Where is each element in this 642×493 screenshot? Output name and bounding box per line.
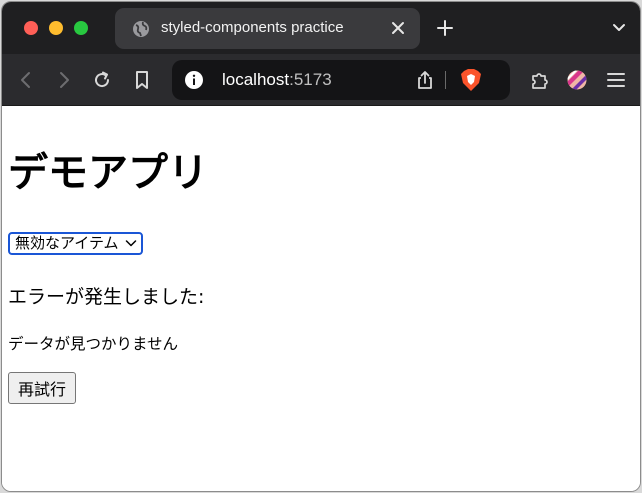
share-icon[interactable] xyxy=(416,70,434,90)
profile-avatar-icon[interactable] xyxy=(567,70,587,90)
minimize-window-button[interactable] xyxy=(49,21,63,35)
page-title: デモアプリ xyxy=(8,150,208,196)
url-text: localhost:5173 xyxy=(222,70,332,90)
url-host: localhost xyxy=(222,70,290,89)
menu-icon[interactable] xyxy=(606,70,626,90)
chevron-down-icon xyxy=(125,240,136,247)
globe-icon xyxy=(133,21,149,37)
item-select-value: 無効なアイテム xyxy=(15,234,119,252)
tab-strip: styled-components practice xyxy=(2,2,640,54)
tab-title: styled-components practice xyxy=(161,19,344,36)
new-tab-icon[interactable] xyxy=(436,19,454,37)
bookmark-icon[interactable] xyxy=(132,70,152,90)
site-info-icon[interactable] xyxy=(184,70,204,90)
reload-icon[interactable] xyxy=(92,70,112,90)
tab-active[interactable]: styled-components practice xyxy=(115,8,420,49)
forward-icon[interactable] xyxy=(54,70,74,90)
close-window-button[interactable] xyxy=(24,21,38,35)
retry-button[interactable]: 再試行 xyxy=(8,372,77,404)
page-content: デモアプリ 無効なアイテム エラーが発生しました: データが見つかりません 再試… xyxy=(2,106,640,491)
url-port: :5173 xyxy=(289,70,332,89)
browser-window: styled-components practice localhost:517… xyxy=(1,1,641,492)
address-bar-divider xyxy=(445,71,446,89)
error-message: データが見つかりません xyxy=(8,335,179,353)
brave-shields-icon[interactable] xyxy=(460,68,482,92)
extensions-icon[interactable] xyxy=(529,70,549,90)
back-icon[interactable] xyxy=(16,70,36,90)
close-tab-icon[interactable] xyxy=(390,20,406,36)
maximize-window-button[interactable] xyxy=(74,21,88,35)
chevron-down-icon[interactable] xyxy=(612,22,626,34)
item-select[interactable]: 無効なアイテム xyxy=(8,232,143,255)
address-bar[interactable]: localhost:5173 xyxy=(172,60,510,100)
browser-toolbar: localhost:5173 xyxy=(2,54,640,106)
error-heading: エラーが発生しました: xyxy=(8,286,205,308)
